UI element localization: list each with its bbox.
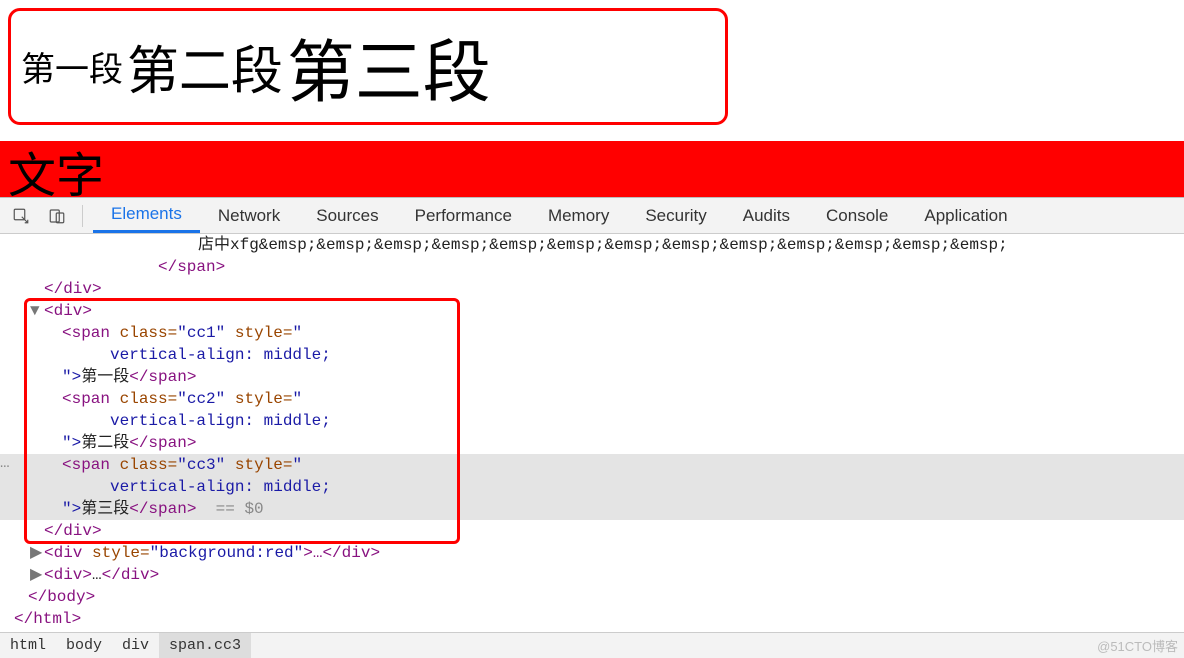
dom-span-open[interactable]: <span class="cc2" style=" [0,388,1184,410]
toggle-device-toolbar-icon[interactable] [42,201,72,231]
tab-memory[interactable]: Memory [530,198,627,233]
tab-console[interactable]: Console [808,198,906,233]
tab-audits[interactable]: Audits [725,198,808,233]
crumb-body[interactable]: body [56,633,112,658]
dom-selected-node[interactable]: <span class="cc3" style=" vertical-align… [0,454,1184,520]
crumb-span-cc3[interactable]: span.cc3 [159,633,251,658]
dom-line[interactable]: </html> [0,608,1184,630]
dom-style-body[interactable]: vertical-align: middle; [0,344,1184,366]
crumb-div[interactable]: div [112,633,159,658]
tab-network[interactable]: Network [200,198,298,233]
tab-performance[interactable]: Performance [397,198,530,233]
dom-tree-panel[interactable]: 店中xfg&emsp;&emsp;&emsp;&emsp;&emsp;&emsp… [0,234,1184,632]
crumb-html[interactable]: html [0,633,56,658]
page-preview: 第一段 第二段 第三段 [8,8,728,125]
disclosure-arrow-icon[interactable]: ▶ [30,542,44,564]
dom-span-close[interactable]: ">第一段</span> [0,366,1184,388]
toolbar-separator [82,205,83,227]
disclosure-arrow-icon[interactable]: ▼ [30,300,44,322]
dom-collapsed-div[interactable]: ▶<div>…</div> [0,564,1184,586]
dom-line[interactable]: </body> [0,586,1184,608]
red-band-text: 文字 [8,149,104,197]
dom-span-close[interactable]: ">第二段</span> [0,432,1184,454]
tab-application[interactable]: Application [906,198,1025,233]
dom-close-div[interactable]: </div> [0,520,1184,542]
devtools-tabs: Elements Network Sources Performance Mem… [93,198,1026,233]
dom-breadcrumb: html body div span.cc3 [0,632,1184,658]
dom-line[interactable]: </div> [0,278,1184,300]
preview-segment-1: 第一段 [21,42,123,91]
tab-security[interactable]: Security [627,198,724,233]
inspect-element-icon[interactable] [6,201,36,231]
preview-segment-3: 第三段 [287,17,491,116]
preview-segment-2: 第二段 [127,29,283,104]
dom-style-body[interactable]: vertical-align: middle; [0,410,1184,432]
dom-collapsed-div[interactable]: ▶<div style="background:red">…</div> [0,542,1184,564]
dom-open-div[interactable]: ▼<div> [0,300,1184,322]
tab-elements[interactable]: Elements [93,198,200,233]
watermark: @51CTO博客 [1097,636,1178,655]
dom-line[interactable]: </span> [0,256,1184,278]
tab-sources[interactable]: Sources [298,198,396,233]
dom-overflow-text: 店中xfg&emsp;&emsp;&emsp;&emsp;&emsp;&emsp… [0,234,1184,256]
disclosure-arrow-icon[interactable]: ▶ [30,564,44,586]
red-band: 文字 [0,141,1184,197]
gutter-ellipsis: … [0,452,10,474]
devtools: Elements Network Sources Performance Mem… [0,197,1184,658]
devtools-toolbar: Elements Network Sources Performance Mem… [0,198,1184,234]
dom-span-open[interactable]: <span class="cc1" style=" [0,322,1184,344]
